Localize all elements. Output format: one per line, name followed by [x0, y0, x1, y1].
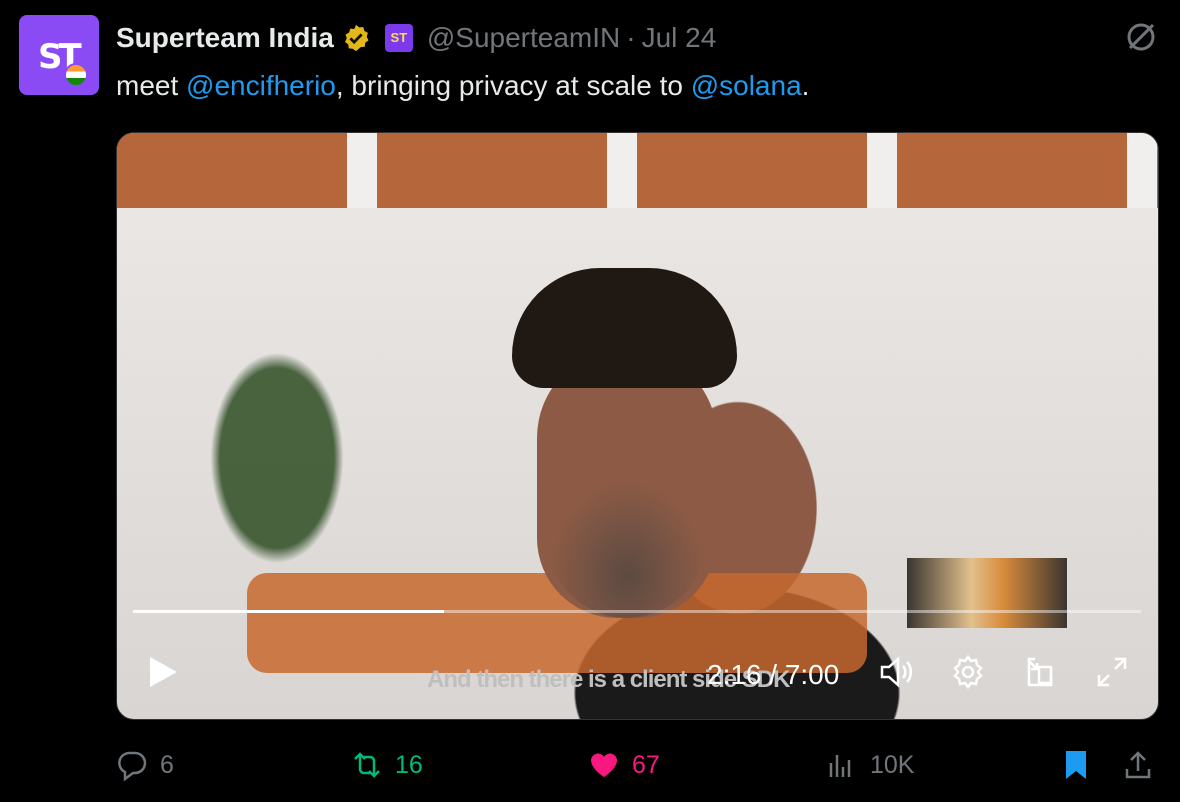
author-handle[interactable]: @SuperteamIN — [427, 22, 620, 54]
reply-icon — [118, 751, 147, 781]
video-progress-bar[interactable] — [133, 610, 1141, 613]
settings-icon[interactable] — [949, 653, 987, 691]
tweet-actions: 6 16 67 10K — [116, 746, 1160, 786]
volume-icon[interactable] — [877, 653, 915, 691]
tweet-date[interactable]: Jul 24 — [642, 22, 717, 54]
like-count: 67 — [632, 750, 660, 779]
reply-button[interactable]: 6 — [116, 746, 174, 784]
share-button[interactable] — [1122, 746, 1166, 784]
author-name[interactable]: Superteam India — [116, 22, 334, 54]
text-segment: . — [801, 70, 810, 101]
india-flag-icon — [64, 63, 88, 87]
separator: · — [626, 22, 636, 53]
repost-button[interactable]: 16 — [351, 746, 423, 784]
video-progress-fill — [133, 610, 445, 613]
mention-encifherio[interactable]: @encifherio — [186, 70, 336, 101]
views-icon — [829, 755, 851, 777]
views-count: 10K — [870, 750, 915, 779]
views-button[interactable]: 10K — [826, 746, 914, 784]
bookmark-icon — [1066, 751, 1086, 779]
affiliate-badge[interactable]: ST — [384, 24, 413, 52]
tweet-text: meet @encifherio, bringing privacy at sc… — [116, 70, 809, 102]
reply-count: 6 — [160, 750, 174, 779]
text-segment: , bringing privacy at scale to — [335, 70, 691, 101]
video-ceiling — [117, 133, 1158, 230]
fullscreen-icon[interactable] — [1093, 653, 1131, 691]
grok-icon[interactable] — [1124, 20, 1158, 54]
repost-count: 16 — [395, 750, 423, 779]
tweet-header: Superteam India ST @SuperteamIN · Jul 24 — [116, 18, 716, 58]
play-icon[interactable] — [147, 656, 179, 688]
pip-icon[interactable] — [1021, 653, 1059, 691]
repost-icon — [354, 752, 380, 778]
avatar[interactable]: ST — [19, 15, 99, 95]
video-fireplace — [907, 558, 1067, 628]
like-button[interactable]: 67 — [588, 746, 660, 784]
text-segment: meet — [116, 70, 187, 101]
mention-solana[interactable]: @solana — [691, 70, 802, 101]
heart-icon — [591, 753, 617, 777]
bookmark-button[interactable] — [1060, 746, 1104, 784]
video-plant — [177, 308, 377, 618]
video-time: 2:16 / 7:00 — [707, 659, 840, 690]
video-person-hair — [512, 268, 737, 388]
video-player[interactable]: And then there is a client side SDK 2:16… — [116, 132, 1159, 720]
verified-badge-icon[interactable] — [341, 23, 371, 53]
share-icon — [1125, 751, 1151, 779]
